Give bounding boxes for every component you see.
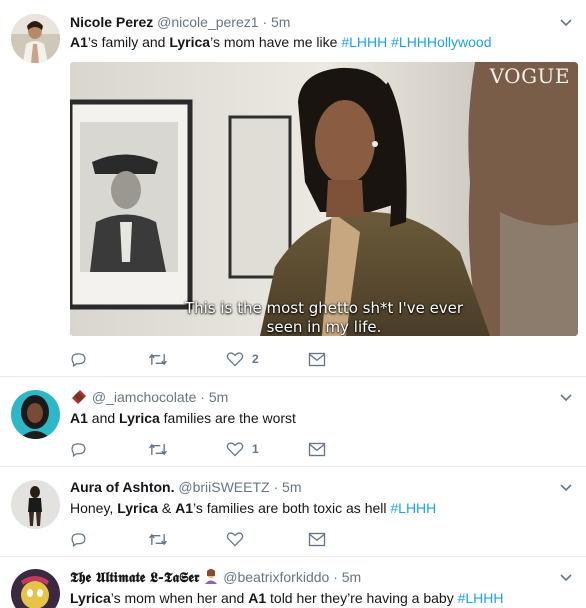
chevron-down-icon[interactable] (560, 482, 572, 494)
reply-button[interactable] (70, 531, 148, 548)
hashtag-link[interactable]: #LHHH (458, 590, 504, 606)
tweet-text: Honey, Lyrica & A1’s families are both t… (70, 499, 436, 517)
text-bold: A1 (70, 34, 88, 50)
tweet-header: Nicole Perez @nicole_perez1 · 5m (70, 13, 290, 31)
direct-message-button[interactable] (308, 352, 348, 367)
text-bold: Lyrica (70, 590, 111, 606)
heart-icon (226, 442, 244, 457)
tweet-actions: 2 (70, 349, 348, 369)
text-bold: A1 (70, 410, 88, 426)
hashtag-link[interactable]: #LHHH (390, 500, 436, 516)
tweet-media-video[interactable]: VOGUE This is the most ghetto sh*t I've … (70, 62, 578, 336)
text-part: told her they’re having a baby (266, 590, 458, 606)
avatar[interactable] (11, 569, 60, 608)
avatar[interactable] (11, 14, 60, 63)
text-bold: A1 (175, 500, 193, 516)
display-name[interactable]: 𝕿𝖍𝖊 𝖀𝖑𝖙𝖎𝖒𝖆𝖙𝖊 𝕷-𝕿𝖆𝕾𝖊𝖗 (70, 570, 199, 586)
like-button[interactable]: 2 (226, 351, 308, 367)
envelope-icon (308, 442, 326, 456)
reply-icon (71, 442, 86, 457)
video-frame (70, 62, 578, 336)
chevron-down-icon[interactable] (560, 572, 572, 584)
user-handle[interactable]: @briiSWEETZ (178, 479, 269, 495)
video-caption-line: This is the most ghetto sh*t I've ever (184, 299, 464, 317)
text-bold: A1 (248, 590, 267, 606)
user-handle[interactable]: @beatrixforkiddo (223, 569, 329, 585)
like-count: 2 (252, 352, 259, 366)
text-part: Honey, (70, 500, 118, 516)
like-button[interactable]: 1 (226, 441, 308, 457)
text-part: ’s families are both toxic as hell (192, 500, 391, 516)
text-bold: Lyrica (119, 410, 160, 426)
hashtag-link[interactable]: #LHHH (341, 34, 387, 50)
heart-icon (226, 532, 244, 547)
user-handle[interactable]: @_iamchocolate (92, 389, 197, 405)
timestamp[interactable]: 5m (342, 569, 361, 585)
separator-dot: · (262, 14, 268, 30)
avatar[interactable] (11, 390, 60, 439)
like-button[interactable] (226, 531, 308, 547)
video-caption-line: seen in my life. (266, 318, 382, 336)
reply-icon (71, 532, 86, 547)
retweet-icon (148, 353, 168, 365)
text-part: ’s mom when her and (110, 590, 249, 606)
tweet-header: 𝕿𝖍𝖊 𝖀𝖑𝖙𝖎𝖒𝖆𝖙𝖊 𝕷-𝕿𝖆𝕾𝖊𝖗 @beatrixforkiddo · … (70, 568, 361, 587)
tweet-text: Lyrica’s mom when her and A1 told her th… (70, 589, 504, 607)
timestamp[interactable]: 5m (271, 14, 290, 30)
text-part: & (157, 500, 176, 516)
text-part: ’s mom have me like (210, 34, 342, 50)
timestamp[interactable]: 5m (209, 389, 228, 405)
retweet-icon (148, 533, 168, 545)
envelope-icon (308, 352, 326, 366)
text-bold: Lyrica (169, 34, 211, 50)
text-part: ’s family and (87, 34, 170, 50)
retweet-button[interactable] (148, 351, 226, 368)
retweet-button[interactable] (148, 441, 226, 458)
text-part: and (87, 410, 120, 426)
user-handle[interactable]: @nicole_perez1 (157, 14, 258, 30)
tweet-actions: 1 (70, 439, 348, 459)
chevron-down-icon[interactable] (560, 17, 572, 29)
tweet-header: @_iamchocolate · 5m (70, 388, 228, 406)
tweet-text: A1’s family and Lyrica’s mom have me lik… (70, 33, 492, 51)
display-name[interactable]: Aura of Ashton. (70, 479, 174, 495)
tweet-actions (70, 529, 348, 549)
tweet[interactable]: @_iamchocolate · 5m A1 and Lyrica famili… (0, 377, 586, 467)
tweet[interactable]: Nicole Perez @nicole_perez1 · 5m A1’s fa… (0, 0, 586, 377)
tweet-feed: Nicole Perez @nicole_perez1 · 5m A1’s fa… (0, 0, 586, 608)
timestamp[interactable]: 5m (282, 479, 301, 495)
woman-gesturing-icon (203, 568, 219, 584)
chevron-down-icon[interactable] (560, 392, 572, 404)
tweet-text: A1 and Lyrica families are the worst (70, 409, 296, 427)
avatar[interactable] (11, 480, 60, 529)
reply-button[interactable] (70, 441, 148, 458)
display-name[interactable]: Nicole Perez (70, 14, 153, 30)
watermark-logo: VOGUE (489, 64, 570, 88)
retweet-icon (148, 443, 168, 455)
text-bold: Lyrica (117, 500, 158, 516)
reply-icon (71, 352, 86, 367)
retweet-button[interactable] (148, 531, 226, 548)
separator-dot: · (333, 569, 338, 585)
separator-dot: · (273, 479, 279, 495)
tweet[interactable]: Aura of Ashton. @briiSWEETZ · 5m Honey, … (0, 467, 586, 557)
direct-message-button[interactable] (308, 532, 348, 547)
text-part: families are the worst (159, 410, 296, 426)
separator-dot: · (200, 389, 205, 405)
tweet-header: Aura of Ashton. @briiSWEETZ · 5m (70, 478, 302, 496)
envelope-icon (308, 532, 326, 546)
direct-message-button[interactable] (308, 442, 348, 457)
chocolate-bar-icon (70, 388, 88, 404)
tweet[interactable]: 𝕿𝖍𝖊 𝖀𝖑𝖙𝖎𝖒𝖆𝖙𝖊 𝕷-𝕿𝖆𝕾𝖊𝖗 @beatrixforkiddo · … (0, 557, 586, 608)
reply-button[interactable] (70, 351, 148, 368)
heart-icon (226, 352, 244, 367)
hashtag-link[interactable]: #LHHHollywood (391, 34, 491, 50)
like-count: 1 (252, 442, 259, 456)
